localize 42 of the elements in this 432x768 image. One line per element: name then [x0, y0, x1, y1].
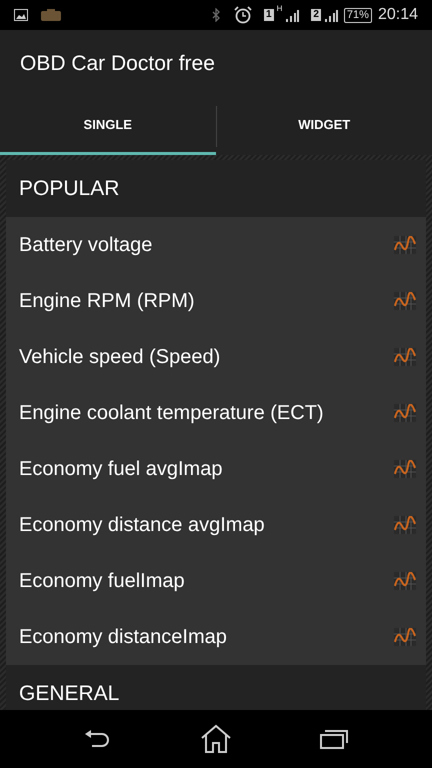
- list-item[interactable]: Engine coolant temperature (ECT): [6, 385, 426, 441]
- item-label: Economy fuel avgImap: [19, 457, 224, 482]
- graph-icon: [394, 404, 416, 422]
- signal-icon: [285, 8, 300, 22]
- graph-icon: [394, 628, 416, 646]
- list-item[interactable]: Economy distanceImap: [6, 609, 426, 665]
- graph-icon: [394, 236, 416, 254]
- alarm-clock-icon: [234, 6, 252, 24]
- list-item[interactable]: Economy fuelImap: [6, 553, 426, 609]
- list-item[interactable]: Battery voltage: [6, 217, 426, 273]
- sim-slot-badge: 1: [264, 9, 274, 21]
- recent-apps-icon[interactable]: [320, 729, 348, 749]
- item-label: Engine coolant temperature (ECT): [19, 401, 325, 426]
- graph-icon: [394, 572, 416, 590]
- graph-icon: [394, 292, 416, 310]
- section-title: GENERAL: [19, 680, 120, 707]
- list-item[interactable]: Engine RPM (RPM): [6, 273, 426, 329]
- list-item[interactable]: Economy distance avgImap: [6, 497, 426, 553]
- tab[interactable]: WIDGET: [216, 98, 432, 155]
- item-label: Engine RPM (RPM): [19, 289, 196, 314]
- item-label: Economy fuelImap: [19, 569, 186, 594]
- section-title: POPULAR: [19, 176, 120, 202]
- signal-icon: [324, 8, 338, 22]
- toolbox-icon: [40, 8, 62, 22]
- item-label: Economy distance avgImap: [19, 513, 266, 538]
- home-icon[interactable]: [200, 724, 232, 754]
- bluetooth-icon: [212, 8, 220, 22]
- sim-slot-badge: 2: [311, 9, 321, 21]
- graph-icon: [394, 348, 416, 366]
- item-label: Battery voltage: [19, 233, 154, 258]
- graph-icon: [394, 516, 416, 534]
- graph-icon: [394, 460, 416, 478]
- battery-indicator: 71%: [344, 8, 372, 22]
- app-title: OBD Car Doctor free: [20, 51, 215, 78]
- list-item[interactable]: Economy fuel avgImap: [6, 441, 426, 497]
- image-icon: [14, 9, 28, 21]
- item-label: Economy distanceImap: [19, 625, 228, 650]
- status-time: 20:14: [378, 5, 418, 25]
- back-icon[interactable]: [84, 729, 112, 749]
- list-item[interactable]: Vehicle speed (Speed): [6, 329, 426, 385]
- item-label: Vehicle speed (Speed): [19, 345, 222, 370]
- network-type-label: H: [276, 5, 282, 13]
